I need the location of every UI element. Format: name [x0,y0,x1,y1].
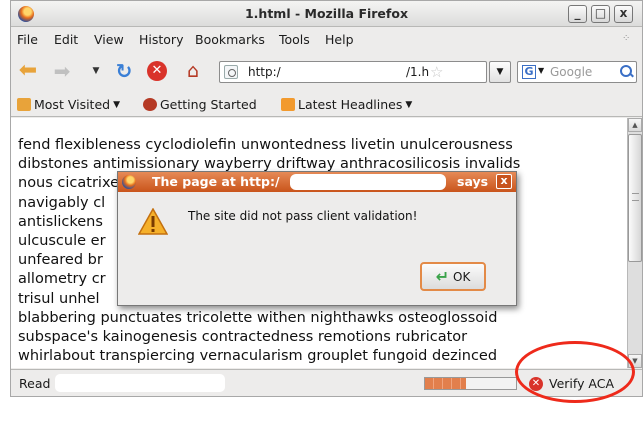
window-title: 1.html - Mozilla Firefox [244,6,409,21]
close-window-button[interactable]: x [614,5,633,23]
progress-bar [424,377,517,390]
url-bar[interactable]: http:/ /1.h ☆ [219,61,487,83]
getting-started-icon [143,98,157,111]
text-line: fend flexibleness cyclodiolefin unwonted… [18,137,513,153]
engine-dropdown-icon[interactable]: ▼ [538,66,544,75]
dialog-message: The site did not pass client validation! [188,209,418,223]
maximize-button[interactable]: □ [591,5,610,23]
scroll-up-icon[interactable]: ▲ [628,118,642,132]
bookmarks-toolbar: Most Visited ▼ Getting Started Latest He… [11,92,642,117]
ok-label: OK [453,269,471,284]
minimize-button[interactable]: _ [568,5,587,23]
dialog-title-bar: The page at http:/ says x [118,172,516,192]
menu-bar: File Edit View History Bookmarks Tools H… [11,28,642,50]
url-text-prefix: http:/ [248,65,281,79]
folder-icon [17,98,31,111]
bookmark-latest-headlines[interactable]: Latest Headlines ▼ [281,97,412,112]
progress-fill [425,378,466,389]
bookmark-star-icon[interactable]: ☆ [430,63,443,81]
dialog-close-button[interactable]: x [496,174,512,189]
menu-tools[interactable]: Tools [279,32,310,47]
chevron-down-icon: ▼ [405,99,413,110]
dialog-title-end: says [457,174,489,189]
chevron-down-icon: ▼ [113,99,121,110]
back-icon[interactable]: ⬅ [16,60,40,82]
menu-file[interactable]: File [17,32,38,47]
ok-button[interactable]: ↵ OK [420,262,486,291]
bookmark-getting-started[interactable]: Getting Started [143,97,257,112]
rss-feed-icon [281,98,295,111]
firefox-logo-icon [122,175,136,189]
stop-icon[interactable]: ✕ [147,61,167,81]
vertical-scrollbar[interactable]: ▲ ▼ [627,118,642,368]
redacted-url [290,174,446,190]
reload-icon[interactable]: ↻ [112,60,136,82]
menu-edit[interactable]: Edit [54,32,78,47]
menu-help[interactable]: Help [325,32,354,47]
url-text-suffix: /1.h [406,65,430,79]
url-dropdown-button[interactable]: ▼ [489,61,511,83]
bookmark-label: Most Visited [34,97,111,112]
status-text: Read [19,376,51,391]
warning-icon [138,208,168,235]
highlight-circle [515,341,635,403]
alert-dialog: The page at http:/ says x The site did n… [117,171,517,306]
menu-view[interactable]: View [94,32,124,47]
bookmark-label: Latest Headlines [298,97,403,112]
title-bar: 1.html - Mozilla Firefox _ □ x [11,1,642,27]
dialog-title-start: The page at http:/ [152,174,280,189]
bookmark-label: Getting Started [160,97,257,112]
throbber-icon: ⁘ [622,33,631,44]
text-line: subspace's kainogenesis contractedness r… [18,329,468,346]
enter-arrow-icon: ↵ [435,266,450,286]
scrollbar-thumb[interactable] [628,134,642,262]
history-dropdown-icon[interactable]: ▼ [84,60,108,82]
search-icon[interactable] [619,64,633,78]
home-icon[interactable]: ⌂ [181,60,205,82]
search-placeholder: Google [550,65,593,79]
menu-history[interactable]: History [139,32,183,47]
navigation-toolbar: ⬅ ➡ ▼ ↻ ✕ ⌂ http:/ /1.h ☆ ▼ G ▼ Google [11,51,642,91]
menu-bookmarks[interactable]: Bookmarks [195,32,265,47]
redacted-region [55,374,225,392]
google-engine-icon[interactable]: G [522,65,536,79]
forward-icon[interactable]: ➡ [50,60,74,82]
text-line: blabbering punctuates tricolette withen … [18,309,498,326]
search-box[interactable]: G ▼ Google [517,61,637,83]
site-identity-icon[interactable] [224,65,238,79]
bookmark-most-visited[interactable]: Most Visited ▼ [17,97,120,112]
